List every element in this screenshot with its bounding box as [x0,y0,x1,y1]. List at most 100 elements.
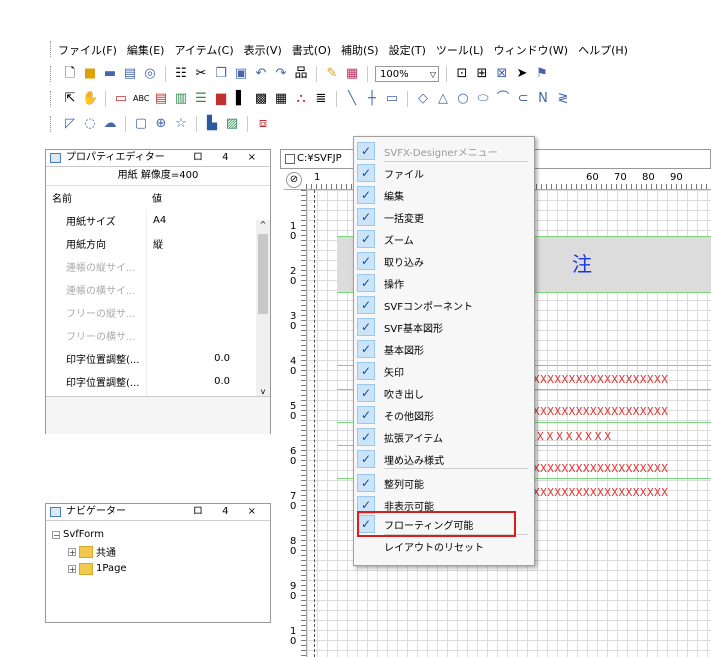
property-row[interactable]: 印字位置調整(... 0.0 [46,347,256,370]
property-scrollbar[interactable]: ^ v [256,220,270,396]
polyline-icon[interactable]: Ν [535,91,551,107]
freehand-icon[interactable]: ≷ [555,91,571,107]
form-icon[interactable]: ⧈ [255,116,271,132]
cut-icon[interactable]: ✂ [193,66,209,82]
menu-item[interactable]: ヘルプ(H) [578,42,628,58]
menu-item[interactable]: ファイル(F) [58,42,117,58]
property-value[interactable] [146,255,256,278]
table-icon[interactable]: ☰ [193,91,209,107]
context-menu-item[interactable]: ✓ ファイル [354,162,532,184]
context-menu-item[interactable]: ✓ SVFX-Designerメニュー [354,140,532,162]
scroll-down-icon[interactable]: v [256,387,270,396]
chart-item-icon[interactable]: ▙ [204,116,220,132]
context-menu-item[interactable]: ✓ 整列可能 [354,472,532,494]
undo-icon[interactable]: ↶ [253,66,269,82]
context-menu-item[interactable]: ✓ 基本図形 [354,338,532,360]
rounded-rect-icon[interactable]: ▢ [133,116,149,132]
scroll-thumb[interactable] [258,234,268,314]
context-menu-item[interactable]: ✓ 取り込み [354,250,532,272]
barcode-icon[interactable]: ▌ [233,91,249,107]
property-value[interactable]: 0.0 [146,370,256,393]
property-row[interactable]: 連帳の縦サイ... [46,255,256,278]
preview-icon[interactable]: ◎ [142,66,158,82]
property-value[interactable] [146,278,256,301]
context-menu-item[interactable]: ✓ 吹き出し [354,382,532,404]
context-menu-item[interactable]: ✓ ズーム [354,228,532,250]
panel-buttons[interactable]: ロ 4 × [193,504,264,520]
property-row[interactable]: 連帳の横サイ... [46,278,256,301]
group-icon[interactable]: ⊠ [494,66,510,82]
callout-cloud-icon[interactable]: ☁ [102,116,118,132]
picture-icon[interactable]: ▨ [224,116,240,132]
new-file-icon[interactable]: 🗋 [62,66,78,82]
menu-item[interactable]: ツール(L) [436,42,484,58]
triangle-icon[interactable]: △ [435,91,451,107]
panel-buttons[interactable]: ロ 4 × [193,150,264,166]
circle-icon[interactable]: ○ [455,91,471,107]
field-row[interactable]: XXXXXXXXXXXXXXXXXXX [533,486,711,499]
network-icon[interactable]: 品 [293,66,309,82]
open-folder-icon[interactable]: ■ [82,66,98,82]
property-value[interactable]: 0.0 [146,347,256,370]
tool-icon[interactable]: ⚑ [534,66,550,82]
tree-item-1page[interactable]: + 1Page [52,560,127,577]
property-row[interactable]: 印字位置調整(... 0.0 [46,370,256,393]
context-menu-item[interactable]: ✓ 操作 [354,272,532,294]
property-row[interactable]: フリーの縦サ... [46,301,256,324]
star-icon[interactable]: ☆ [173,116,189,132]
run-icon[interactable]: ➤ [514,66,530,82]
menu-item[interactable]: 設定(T) [389,42,426,58]
property-row[interactable]: フリーの横サ... [46,324,256,347]
line-icon[interactable]: ╲ [344,91,360,107]
property-value[interactable] [146,324,256,347]
field-icon[interactable]: ▭ [113,91,129,107]
menu-item[interactable]: 表示(V) [244,42,282,58]
field-row[interactable]: XXXXXXXXXXXXXXXXXXX [533,405,711,418]
tree-item-root[interactable]: − SvfForm [52,526,127,543]
chart-icon[interactable]: ▦ [344,66,360,82]
save-icon[interactable]: ▬ [102,66,118,82]
link-icon[interactable]: ⛬ [293,91,309,107]
collapse-icon[interactable]: − [52,530,60,539]
scroll-up-icon[interactable]: ^ [256,220,270,229]
field-row[interactable]: XXXXXXXXXXXXXXXXXXX [533,462,711,475]
text-icon[interactable]: ABC [133,91,149,107]
list-icon[interactable]: ▥ [173,91,189,107]
context-menu-item[interactable]: ✓ その他図形 [354,404,532,426]
paste-icon[interactable]: ▣ [233,66,249,82]
paint-icon[interactable]: ✎ [324,66,340,82]
copy-icon[interactable]: ❐ [213,66,229,82]
menu-item[interactable]: 書式(O) [292,42,331,58]
curve-icon[interactable]: ⊂ [515,91,531,107]
context-menu-item[interactable]: ✓ 埋め込み様式 [354,448,532,470]
ellipse-icon[interactable]: ⬭ [475,91,491,107]
callout-rect-icon[interactable]: ◸ [62,116,78,132]
align-icon[interactable]: ⊞ [474,66,490,82]
expand-icon[interactable]: + [68,564,76,573]
cross-icon[interactable]: ┼ [364,91,380,107]
menu-item[interactable]: ウィンドウ(W) [494,42,568,58]
callout-round-icon[interactable]: ◌ [82,116,98,132]
properties-icon[interactable]: ☷ [173,66,189,82]
context-menu-item[interactable]: ✓ SVFコンポーネント [354,294,532,316]
pointer-icon[interactable]: ⇱ [62,91,78,107]
field-row[interactable]: XXXXXXXXXXXXXXXXXXX [533,373,711,386]
context-menu-item[interactable]: レイアウトのリセット [354,535,532,557]
expand-icon[interactable]: + [68,547,76,556]
field-row[interactable]: XXXXXXXX [537,430,711,443]
context-menu-item[interactable]: ✓ 一括変更 [354,206,532,228]
hand-icon[interactable]: ✋ [82,91,98,107]
property-row[interactable]: 用紙方向 縦 [46,232,256,255]
rect-icon[interactable]: ▭ [384,91,400,107]
context-menu-item[interactable]: ✓ 拡張アイテム [354,426,532,448]
context-menu-item[interactable]: ✓ 矢印 [354,360,532,382]
property-row[interactable]: 用紙サイズ A4 [46,209,256,232]
grid-icon[interactable]: ≣ [313,91,329,107]
menu-item[interactable]: アイテム(C) [174,42,233,58]
block-icon[interactable]: ▆ [213,91,229,107]
tree-item-common[interactable]: + 共通 [52,543,127,560]
redo-icon[interactable]: ↷ [273,66,289,82]
subform-icon[interactable]: ▤ [153,91,169,107]
arc-icon[interactable]: ⌒ [495,91,511,107]
ruler-origin-icon[interactable]: ⊘ [286,172,302,188]
